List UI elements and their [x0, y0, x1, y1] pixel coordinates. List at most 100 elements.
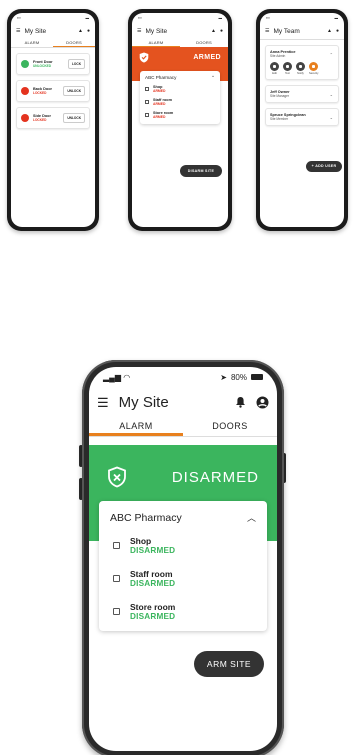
site-name: ABC Pharmacy	[110, 511, 182, 524]
door-status: LOCKED	[33, 91, 47, 95]
tab-doors[interactable]: DOORS	[180, 39, 228, 47]
notify-icon	[296, 62, 305, 71]
signal-icon: ▂▄▆ ◠	[103, 372, 131, 382]
status-bar: ▪▪▪ ▬	[11, 13, 95, 23]
room-name: Shop	[130, 536, 152, 546]
battery-icon: ▬	[334, 16, 339, 20]
room-item: Staff room ARMED	[145, 98, 215, 106]
tab-alarm[interactable]: ALARM	[11, 39, 53, 47]
text-action[interactable]: Text	[283, 62, 292, 75]
disarm-site-button[interactable]: DISARM SITE	[180, 165, 222, 177]
room-item: Store room DISARMED	[113, 602, 256, 621]
room-checkbox[interactable]	[113, 542, 120, 549]
room-item: Shop ARMED	[145, 85, 215, 93]
signal-icon: ▪▪▪	[17, 16, 21, 20]
status-bar: ▪▪▪ ▬	[132, 13, 228, 23]
edit-label: Edit	[272, 72, 277, 75]
unlock-button[interactable]: UNLOCK	[63, 113, 85, 123]
room-checkbox[interactable]	[145, 87, 149, 91]
armed-status-row: ARMED	[132, 52, 228, 63]
account-icon[interactable]: ●	[87, 28, 90, 34]
member-role: Site Manager	[270, 94, 289, 98]
lock-button[interactable]: LOCK	[67, 59, 85, 69]
site-panel: ABC Pharmacy ︿ Shop DISARMED Staff room …	[99, 501, 267, 631]
header-divider	[260, 39, 344, 40]
tab-bar: ALARM DOORS	[89, 417, 277, 437]
door-card: Side Door LOCKED UNLOCK	[16, 107, 90, 129]
bell-icon[interactable]: ▲	[327, 28, 332, 34]
door-status: LOCKED	[33, 118, 47, 122]
chevron-up-icon[interactable]: ⌃	[330, 52, 333, 57]
menu-icon[interactable]: ☰	[137, 28, 141, 34]
arm-site-button[interactable]: ARM SITE	[194, 651, 264, 677]
tab-doors[interactable]: DOORS	[53, 39, 95, 47]
bell-icon[interactable]: ▲	[211, 28, 216, 34]
room-checkbox[interactable]	[145, 100, 149, 104]
security-action[interactable]: Security	[309, 62, 318, 75]
battery-icon	[251, 374, 263, 380]
chevron-up-icon[interactable]: ⌃	[211, 75, 215, 81]
room-checkbox[interactable]	[113, 575, 120, 582]
team-member-card[interactable]: Anna Prentice Site Admin ⌃ Edit Text Not…	[265, 45, 339, 80]
room-status: DISARMED	[130, 546, 176, 555]
account-icon[interactable]	[256, 396, 269, 409]
page-title: My Site	[118, 393, 169, 411]
lock-icon	[21, 87, 29, 95]
site-name: ABC Pharmacy	[145, 75, 177, 80]
room-status: ARMED	[153, 102, 166, 106]
room-status: ARMED	[153, 89, 166, 93]
text-label: Text	[285, 72, 290, 75]
room-name: Store room	[130, 602, 176, 612]
edit-action[interactable]: Edit	[270, 62, 279, 75]
phone-disarmed-screen: ▂▄▆ ◠ ➤ 80% ☰ My Site ALARM DOORS DISARM…	[89, 367, 277, 751]
disarmed-status-row: DISARMED	[89, 457, 277, 497]
member-role: Site Admin	[270, 54, 286, 58]
tab-doors[interactable]: DOORS	[183, 417, 277, 436]
menu-icon[interactable]: ☰	[265, 28, 269, 34]
tab-alarm[interactable]: ALARM	[132, 39, 180, 47]
notify-action[interactable]: Notify	[296, 62, 305, 75]
unlock-button[interactable]: UNLOCK	[63, 86, 85, 96]
account-icon[interactable]: ●	[336, 28, 339, 34]
room-item: Store room ARMED	[145, 111, 215, 119]
page-title: My Site	[145, 27, 168, 35]
page-title: My Site	[24, 27, 47, 35]
chevron-up-icon[interactable]: ︿	[247, 511, 256, 524]
phone-armed: ▪▪▪ ▬ ☰ My Site ▲ ● ALARM DOORS ARMED AB…	[128, 9, 232, 231]
phone-disarmed: ▂▄▆ ◠ ➤ 80% ☰ My Site ALARM DOORS DISARM…	[82, 360, 284, 755]
team-member-card[interactable]: Jeff Owner Site Manager ⌄	[265, 85, 339, 103]
tab-bar: ALARM DOORS	[11, 39, 95, 48]
chevron-down-icon[interactable]: ⌄	[330, 92, 333, 97]
account-icon[interactable]: ●	[220, 28, 223, 34]
room-item: Shop DISARMED	[113, 536, 256, 555]
room-status: DISARMED	[130, 579, 176, 588]
site-panel: ABC Pharmacy ⌃ Shop ARMED Staff room ARM…	[140, 71, 220, 124]
door-status: UNLOCKED	[33, 64, 52, 68]
signal-icon: ▪▪▪	[266, 16, 270, 20]
bell-icon[interactable]: ▲	[78, 28, 83, 34]
notify-label: Notify	[297, 72, 304, 75]
app-header: ☰ My Site ▲ ●	[132, 23, 228, 39]
room-name: Staff room	[130, 569, 173, 579]
message-icon	[283, 62, 292, 71]
chevron-down-icon[interactable]: ⌄	[330, 115, 333, 120]
phone-doors: ▪▪▪ ▬ ☰ My Site ▲ ● ALARM DOORS Front Do…	[7, 9, 99, 231]
menu-icon[interactable]: ☰	[16, 28, 20, 34]
room-checkbox[interactable]	[113, 608, 120, 615]
battery-percent: 80%	[230, 372, 247, 382]
member-role: Site Member	[270, 117, 289, 121]
room-item: Staff room DISARMED	[113, 569, 256, 588]
team-member-card[interactable]: Spruce Springclean Site Member ⌄	[265, 108, 339, 126]
shield-icon	[108, 466, 126, 488]
bell-icon[interactable]	[235, 396, 246, 408]
room-checkbox[interactable]	[145, 113, 149, 117]
tab-alarm[interactable]: ALARM	[89, 417, 183, 436]
app-header: ☰ My Site	[89, 387, 277, 417]
menu-icon[interactable]: ☰	[97, 396, 109, 409]
app-header: ☰ My Site ▲ ●	[11, 23, 95, 39]
door-card: Front Door UNLOCKED LOCK	[16, 53, 90, 75]
phone-team-screen: ▪▪▪ ▬ ☰ My Team ▲ ● Anna Prentice Site A…	[260, 13, 344, 227]
status-bar: ▂▄▆ ◠ ➤ 80%	[89, 367, 277, 387]
add-user-button[interactable]: + ADD USER	[306, 161, 342, 172]
phone-team: ▪▪▪ ▬ ☰ My Team ▲ ● Anna Prentice Site A…	[256, 9, 348, 231]
